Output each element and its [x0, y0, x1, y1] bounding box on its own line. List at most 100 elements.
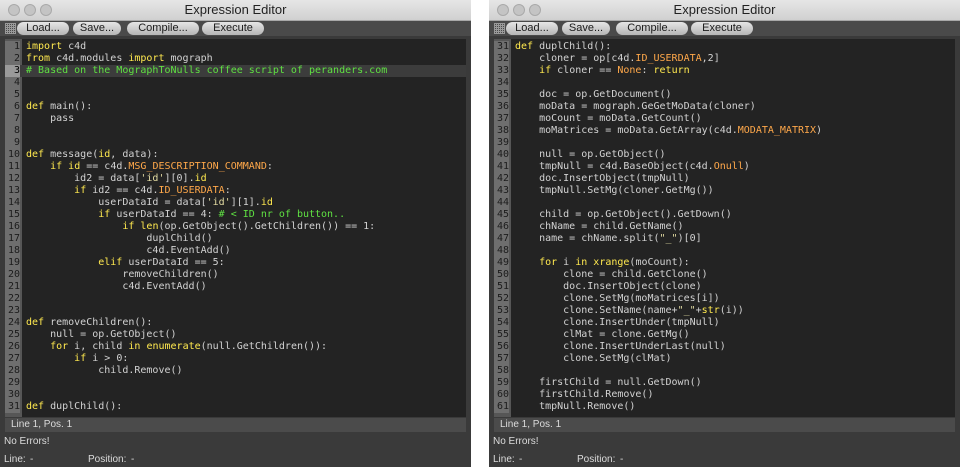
- code-line[interactable]: 20 removeChildren(): [5, 269, 466, 281]
- code-line[interactable]: 4: [5, 77, 466, 89]
- code-text: userDataId = data['id'][1].id: [26, 197, 273, 208]
- code-line[interactable]: 25 null = op.GetObject(): [5, 329, 466, 341]
- code-line[interactable]: 19 elif userDataId == 5:: [5, 257, 466, 269]
- code-line[interactable]: 35 doc = op.GetDocument(): [494, 89, 955, 101]
- execute-button[interactable]: Execute: [202, 22, 264, 35]
- line-value: -: [30, 454, 34, 465]
- code-text: clMat = clone.GetMg(): [515, 329, 690, 340]
- code-line[interactable]: 13 if id2 == c4d.ID_USERDATA:: [5, 185, 466, 197]
- close-window-button[interactable]: [497, 4, 509, 16]
- code-line[interactable]: 22: [5, 293, 466, 305]
- code-line[interactable]: 37 moCount = moData.GetCount(): [494, 113, 955, 125]
- save-button[interactable]: Save...: [73, 22, 121, 35]
- code-line[interactable]: 51 doc.InsertObject(clone): [494, 281, 955, 293]
- window-titlebar[interactable]: Expression Editor: [0, 0, 471, 21]
- load-button[interactable]: Load...: [17, 22, 69, 35]
- code-line[interactable]: 5: [5, 89, 466, 101]
- code-line[interactable]: 31 def duplChild():: [5, 401, 466, 413]
- grip-icon[interactable]: [5, 23, 16, 34]
- code-line[interactable]: 33 if cloner == None: return: [494, 65, 955, 77]
- code-line[interactable]: 55 clMat = clone.GetMg(): [494, 329, 955, 341]
- window-titlebar[interactable]: Expression Editor: [489, 0, 960, 21]
- save-button[interactable]: Save...: [562, 22, 610, 35]
- code-line[interactable]: 50 clone = child.GetClone(): [494, 269, 955, 281]
- line-number: 31: [5, 401, 20, 413]
- line-number: 17: [5, 233, 20, 245]
- line-number: 33: [494, 65, 509, 77]
- code-line[interactable]: 44: [494, 197, 955, 209]
- code-line[interactable]: 41 tmpNull = c4d.BaseObject(c4d.Onull): [494, 161, 955, 173]
- code-line[interactable]: 21 c4d.EventAdd(): [5, 281, 466, 293]
- line-number: 46: [494, 221, 509, 233]
- code-text: cloner = op[c4d.ID_USERDATA,2]: [515, 53, 720, 64]
- code-line[interactable]: 2 from c4d.modules import mograph: [5, 53, 466, 65]
- code-line[interactable]: 56 clone.InsertUnderLast(null): [494, 341, 955, 353]
- code-line[interactable]: 11 if id == c4d.MSG_DESCRIPTION_COMMAND:: [5, 161, 466, 173]
- code-line[interactable]: 31 def duplChild():: [494, 41, 955, 53]
- line-number: 40: [494, 149, 509, 161]
- code-line[interactable]: 46 chName = child.GetName(): [494, 221, 955, 233]
- code-line[interactable]: 52 clone.SetMg(moMatrices[i]): [494, 293, 955, 305]
- line-number: 2: [5, 53, 20, 65]
- code-line[interactable]: 47 name = chName.split("_")[0]: [494, 233, 955, 245]
- code-line[interactable]: 57 clone.SetMg(clMat): [494, 353, 955, 365]
- code-line[interactable]: 39: [494, 137, 955, 149]
- code-line[interactable]: 59 firstChild = null.GetDown(): [494, 377, 955, 389]
- code-line[interactable]: 34: [494, 77, 955, 89]
- code-line[interactable]: 12 id2 = data['id'][0].id: [5, 173, 466, 185]
- code-line[interactable]: 9: [5, 137, 466, 149]
- code-line[interactable]: 18 c4d.EventAdd(): [5, 245, 466, 257]
- compile-button[interactable]: Compile...: [616, 22, 688, 35]
- compile-message: No Errors!: [4, 436, 50, 447]
- minimize-window-button[interactable]: [24, 4, 36, 16]
- code-line[interactable]: 3 # Based on the MographToNulls coffee sc…: [5, 65, 466, 77]
- code-line[interactable]: 30: [5, 389, 466, 401]
- code-line[interactable]: 26 for i, child in enumerate(null.GetChi…: [5, 341, 466, 353]
- code-line[interactable]: 40 null = op.GetObject(): [494, 149, 955, 161]
- code-line[interactable]: 48: [494, 245, 955, 257]
- code-line[interactable]: 38 moMatrices = moData.GetArray(c4d.MODA…: [494, 125, 955, 137]
- grip-icon[interactable]: [494, 23, 505, 34]
- code-line[interactable]: 6 def main():: [5, 101, 466, 113]
- code-line[interactable]: 17 duplChild(): [5, 233, 466, 245]
- code-line[interactable]: 45 child = op.GetObject().GetDown(): [494, 209, 955, 221]
- code-editor[interactable]: 31 def duplChild(): 32 cloner = op[c4d.ID_…: [494, 39, 955, 417]
- close-window-button[interactable]: [8, 4, 20, 16]
- code-line[interactable]: 43 tmpNull.SetMg(cloner.GetMg()): [494, 185, 955, 197]
- code-line[interactable]: 1 import c4d: [5, 41, 466, 53]
- code-line[interactable]: 36 moData = mograph.GeGetMoData(cloner): [494, 101, 955, 113]
- execute-button[interactable]: Execute: [691, 22, 753, 35]
- position-label: Position:: [577, 454, 616, 465]
- code-text: def duplChild():: [515, 41, 612, 52]
- load-button[interactable]: Load...: [506, 22, 558, 35]
- code-editor[interactable]: 1 import c4d 2 from c4d.modules import mogr…: [5, 39, 466, 417]
- code-line[interactable]: 61 tmpNull.Remove(): [494, 401, 955, 413]
- code-line[interactable]: 54 clone.InsertUnder(tmpNull): [494, 317, 955, 329]
- minimize-window-button[interactable]: [513, 4, 525, 16]
- code-line[interactable]: 24 def removeChildren():: [5, 317, 466, 329]
- compile-button[interactable]: Compile...: [127, 22, 199, 35]
- code-line[interactable]: 29: [5, 377, 466, 389]
- code-line[interactable]: 42 doc.InsertObject(tmpNull): [494, 173, 955, 185]
- code-text: clone.SetMg(clMat): [515, 353, 672, 364]
- code-line[interactable]: 14 userDataId = data['id'][1].id: [5, 197, 466, 209]
- code-line[interactable]: 28 child.Remove(): [5, 365, 466, 377]
- code-line[interactable]: 15 if userDataId == 4: # < ID nr of butt…: [5, 209, 466, 221]
- code-line[interactable]: 49 for i in xrange(moCount):: [494, 257, 955, 269]
- line-number: 42: [494, 173, 509, 185]
- code-line[interactable]: 16 if len(op.GetObject().GetChildren()) …: [5, 221, 466, 233]
- zoom-window-button[interactable]: [40, 4, 52, 16]
- line-number: 21: [5, 281, 20, 293]
- zoom-window-button[interactable]: [529, 4, 541, 16]
- code-text: def main():: [26, 101, 93, 112]
- code-line[interactable]: 53 clone.SetName(name+"_"+str(i)): [494, 305, 955, 317]
- code-line[interactable]: 60 firstChild.Remove(): [494, 389, 955, 401]
- code-line[interactable]: 7 pass: [5, 113, 466, 125]
- code-line[interactable]: 58: [494, 365, 955, 377]
- line-label: Line:: [493, 454, 515, 465]
- code-line[interactable]: 23: [5, 305, 466, 317]
- code-line[interactable]: 27 if i > 0:: [5, 353, 466, 365]
- code-line[interactable]: 8: [5, 125, 466, 137]
- code-line[interactable]: 10 def message(id, data):: [5, 149, 466, 161]
- code-line[interactable]: 32 cloner = op[c4d.ID_USERDATA,2]: [494, 53, 955, 65]
